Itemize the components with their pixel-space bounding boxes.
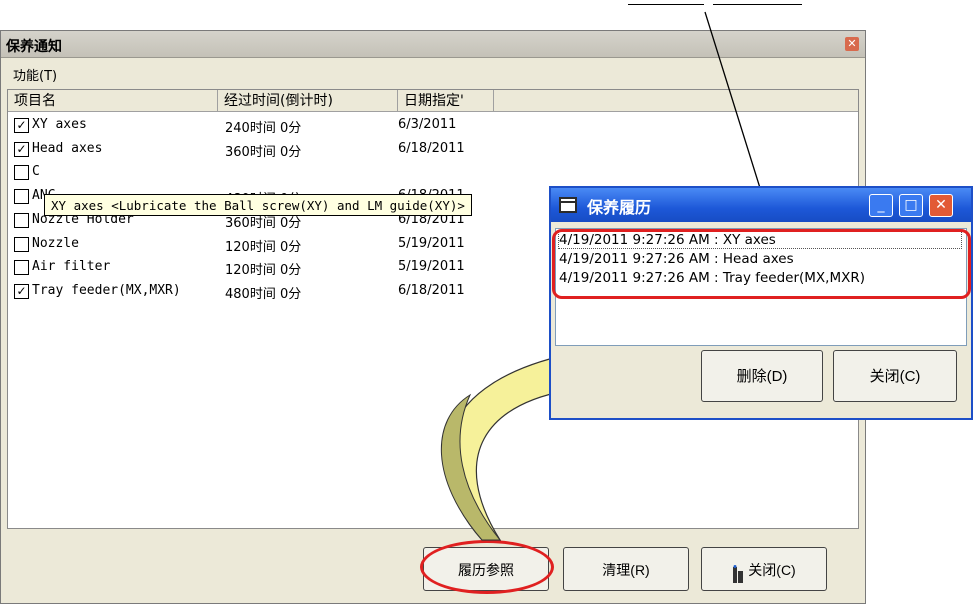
minimize-button[interactable]: _	[869, 194, 893, 217]
history-window-title: 保养履历	[587, 198, 652, 217]
history-titlebar: 保养履历 _ □ ✕	[551, 188, 971, 222]
maintenance-history-window: 保养履历 _ □ ✕ 4/19/2011 9:27:26 AM : XY axe…	[549, 186, 973, 420]
history-close-icon[interactable]: ✕	[929, 194, 953, 217]
delete-button[interactable]: 删除(D)	[701, 350, 823, 402]
maximize-button[interactable]: □	[899, 194, 923, 217]
window-icon	[559, 197, 577, 213]
history-entries-highlight	[552, 229, 971, 299]
history-close-button[interactable]: 关闭(C)	[833, 350, 957, 402]
